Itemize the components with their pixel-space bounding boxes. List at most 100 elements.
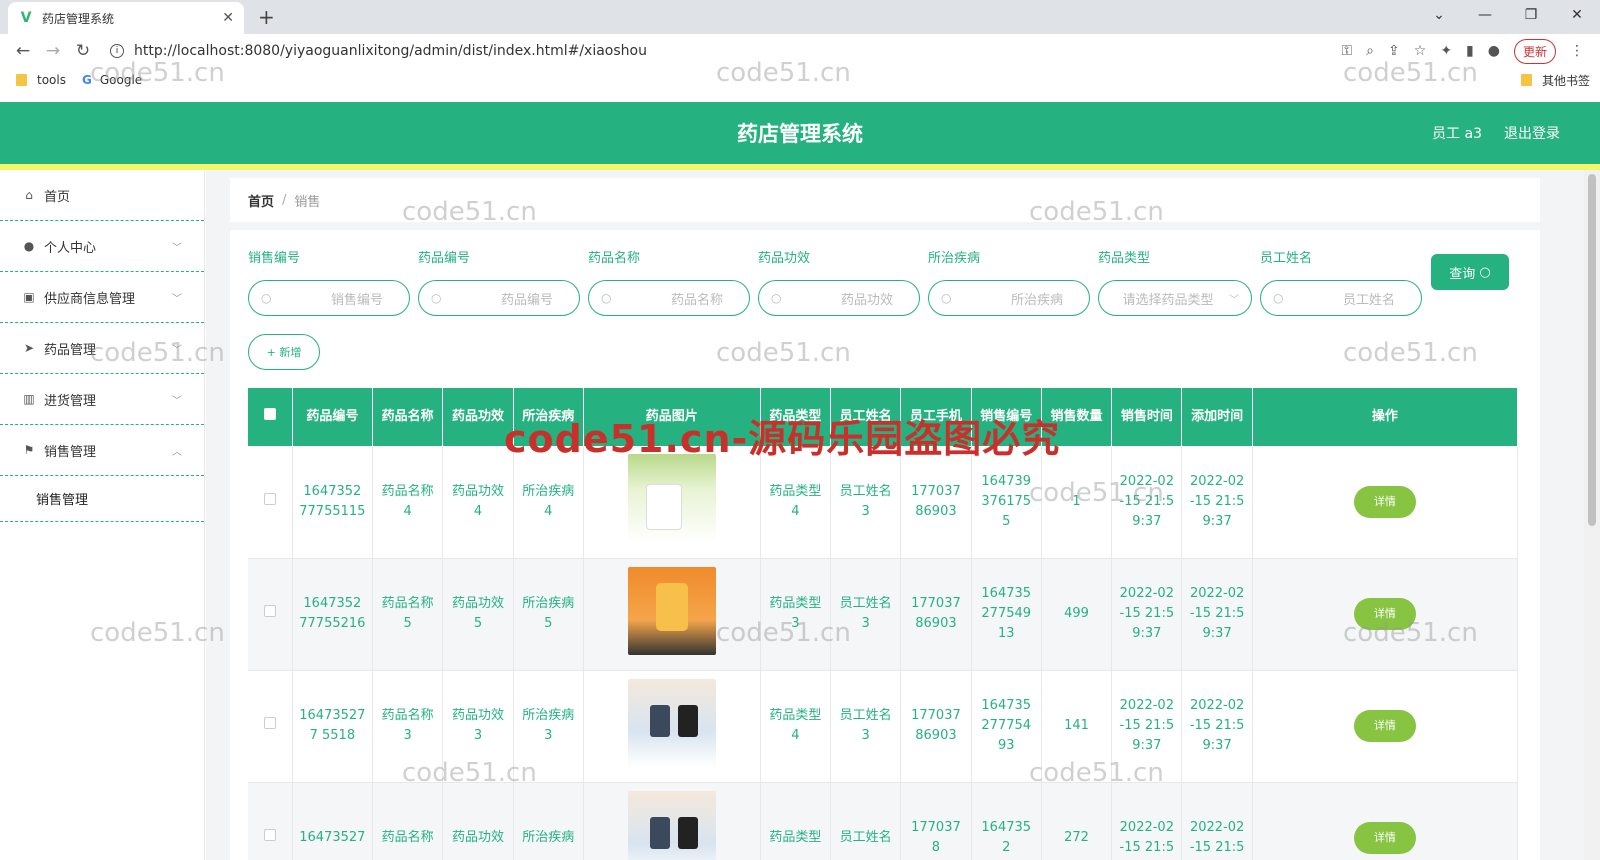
medicine-image-cell bbox=[583, 670, 761, 783]
input-placeholder: 药品名称 bbox=[670, 292, 723, 308]
other-bookmarks-label: 其他书签 bbox=[1541, 73, 1590, 88]
zoom-icon[interactable]: ⌕ bbox=[1366, 43, 1374, 59]
update-button[interactable]: 更新 bbox=[1513, 38, 1556, 64]
action-cell: 详情 bbox=[1252, 446, 1519, 559]
sidebar-item-profile[interactable]: ● 个人中心 ﹀ bbox=[0, 221, 204, 272]
logout-link[interactable]: 退出登录 bbox=[1504, 123, 1560, 143]
filter-medicine-no: 药品编号 ○ 药品编号 bbox=[418, 248, 580, 316]
page-scrollbar[interactable] bbox=[1584, 170, 1600, 860]
table-cell: 药品名称4 bbox=[372, 446, 444, 559]
back-icon[interactable]: ← bbox=[8, 41, 38, 61]
sidebar-item-label: 销售管理 bbox=[44, 444, 97, 460]
sidepanel-icon[interactable]: ▮ bbox=[1466, 43, 1474, 59]
table-cell: 141 bbox=[1041, 670, 1113, 783]
chevron-down-icon[interactable]: ⌄ bbox=[1416, 0, 1462, 30]
column-header: 所治疾病 bbox=[513, 388, 584, 446]
search-icon: ○ bbox=[601, 291, 612, 305]
chevron-down-icon: ﹀ bbox=[172, 344, 182, 356]
input-placeholder: 请选择药品类型 bbox=[1122, 292, 1214, 308]
restore-icon[interactable]: ❐ bbox=[1508, 0, 1554, 30]
input-placeholder: 药品功效 bbox=[840, 292, 893, 308]
row-checkbox[interactable] bbox=[248, 558, 293, 671]
star-icon[interactable]: ☆ bbox=[1414, 43, 1427, 59]
table-cell: 499 bbox=[1041, 558, 1113, 671]
add-button[interactable]: + 新增 bbox=[248, 334, 320, 370]
select-all-checkbox[interactable] bbox=[248, 388, 293, 446]
menu-icon[interactable]: ⋮ bbox=[1570, 43, 1584, 59]
row-checkbox[interactable] bbox=[248, 782, 293, 860]
home-icon: ⌂ bbox=[25, 188, 33, 202]
column-header: 销售时间 bbox=[1111, 388, 1183, 446]
table-cell: 药品类型 bbox=[760, 782, 831, 860]
disease-input[interactable]: ○ 所治疾病 bbox=[928, 280, 1090, 316]
other-bookmarks[interactable]: 其他书签 bbox=[1520, 72, 1590, 89]
filter-bar: 销售编号 ○ 销售编号 药品编号 ○ 药品编号 药品名称 ○ 药品名称 药品功效… bbox=[248, 248, 1522, 328]
type-select[interactable]: 请选择药品类型 ﹀ bbox=[1098, 280, 1252, 316]
effect-input[interactable]: ○ 药品功效 bbox=[758, 280, 920, 316]
info-icon[interactable]: i bbox=[110, 44, 124, 58]
sales-table: 药品编号 药品名称 药品功效 所治疾病 药品图片 药品类型 员工姓名 员工手机 … bbox=[248, 388, 1519, 860]
new-tab-icon[interactable]: + bbox=[258, 5, 275, 29]
share-icon[interactable]: ⇪ bbox=[1388, 43, 1400, 59]
detail-button[interactable]: 详情 bbox=[1353, 598, 1416, 630]
medicine-no-input[interactable]: ○ 药品编号 bbox=[418, 280, 580, 316]
reload-icon[interactable]: ↻ bbox=[68, 41, 98, 61]
url-field[interactable]: i http://localhost:8080/yiyaoguanlixiton… bbox=[106, 37, 1342, 65]
column-header: 操作 bbox=[1252, 388, 1519, 446]
content-card: 销售编号 ○ 销售编号 药品编号 ○ 药品编号 药品名称 ○ 药品名称 药品功效… bbox=[230, 230, 1540, 860]
sidebar-item-home[interactable]: ⌂ 首页 bbox=[0, 170, 204, 221]
extensions-icon[interactable]: ✦ bbox=[1440, 43, 1452, 59]
medicine-image-cell bbox=[583, 558, 761, 671]
column-header: 药品功效 bbox=[442, 388, 514, 446]
sidebar-item-label: 药品管理 bbox=[44, 342, 97, 358]
key-icon[interactable]: ⚿ bbox=[1342, 43, 1353, 59]
detail-button[interactable]: 详情 bbox=[1353, 822, 1416, 854]
sale-no-input[interactable]: ○ 销售编号 bbox=[248, 280, 410, 316]
sidebar-subitem-sales[interactable]: 销售管理 bbox=[0, 476, 204, 522]
user-area: 员工 a3 退出登录 bbox=[1432, 123, 1560, 143]
table-cell: 员工姓名3 bbox=[830, 670, 902, 783]
sidebar: ⌂ 首页 ● 个人中心 ﹀ ▣ 供应商信息管理 ﹀ ➤ 药品管理 ﹀ ▥ 进货管… bbox=[0, 170, 205, 860]
sidebar-item-medicine[interactable]: ➤ 药品管理 ﹀ bbox=[0, 323, 204, 374]
close-tab-icon[interactable]: ✕ bbox=[222, 10, 234, 26]
sidebar-item-label: 首页 bbox=[44, 189, 71, 205]
table-cell: 药品功效 bbox=[442, 782, 514, 860]
column-header: 药品类型 bbox=[760, 388, 831, 446]
medicine-name-input[interactable]: ○ 药品名称 bbox=[588, 280, 750, 316]
medicine-image bbox=[627, 566, 716, 655]
action-cell: 详情 bbox=[1252, 558, 1519, 671]
column-header: 员工姓名 bbox=[830, 388, 902, 446]
table-cell: 药品类型4 bbox=[760, 446, 831, 559]
sidebar-item-supplier[interactable]: ▣ 供应商信息管理 ﹀ bbox=[0, 272, 204, 323]
query-button[interactable]: 查询 ○ bbox=[1431, 254, 1509, 290]
row-checkbox[interactable] bbox=[248, 670, 293, 783]
filter-label: 药品编号 bbox=[418, 251, 471, 266]
forward-icon[interactable]: → bbox=[38, 41, 68, 61]
input-placeholder: 员工姓名 bbox=[1342, 292, 1395, 308]
table-cell: 16473527 bbox=[292, 782, 374, 860]
breadcrumb-home[interactable]: 首页 bbox=[248, 191, 274, 210]
table-cell: 2022-02-15 21:59:37 bbox=[1111, 558, 1183, 671]
minimize-icon[interactable]: — bbox=[1462, 0, 1508, 30]
column-header: 添加时间 bbox=[1181, 388, 1253, 446]
employee-input[interactable]: ○ 员工姓名 bbox=[1260, 280, 1422, 316]
table-cell: 所治疾病4 bbox=[513, 446, 584, 559]
sidebar-item-purchase[interactable]: ▥ 进货管理 ﹀ bbox=[0, 374, 204, 425]
detail-button[interactable]: 详情 bbox=[1353, 485, 1416, 518]
table-cell: 所治疾病 bbox=[513, 782, 584, 860]
sidebar-item-label: 个人中心 bbox=[44, 240, 97, 256]
folder-icon bbox=[16, 74, 27, 86]
profile-icon[interactable]: ● bbox=[1488, 43, 1500, 59]
row-checkbox[interactable] bbox=[248, 446, 293, 559]
medicine-image bbox=[627, 790, 716, 860]
table-cell: 员工姓名3 bbox=[830, 558, 902, 671]
detail-button[interactable]: 详情 bbox=[1353, 710, 1416, 742]
browser-tab[interactable]: V 药店管理系统 ✕ bbox=[8, 2, 244, 34]
sidebar-item-label: 进货管理 bbox=[44, 393, 97, 409]
close-window-icon[interactable]: ✕ bbox=[1554, 0, 1600, 30]
browser-tabbar: V 药店管理系统 ✕ + ⌄ — ❐ ✕ bbox=[0, 0, 1600, 34]
sidebar-item-sales[interactable]: ⚑ 销售管理 ︿ bbox=[0, 425, 204, 476]
table-cell: 17703786903 bbox=[900, 446, 972, 559]
bookmark-google[interactable]: G Google bbox=[82, 73, 142, 87]
bookmark-tools[interactable]: tools bbox=[16, 73, 66, 87]
